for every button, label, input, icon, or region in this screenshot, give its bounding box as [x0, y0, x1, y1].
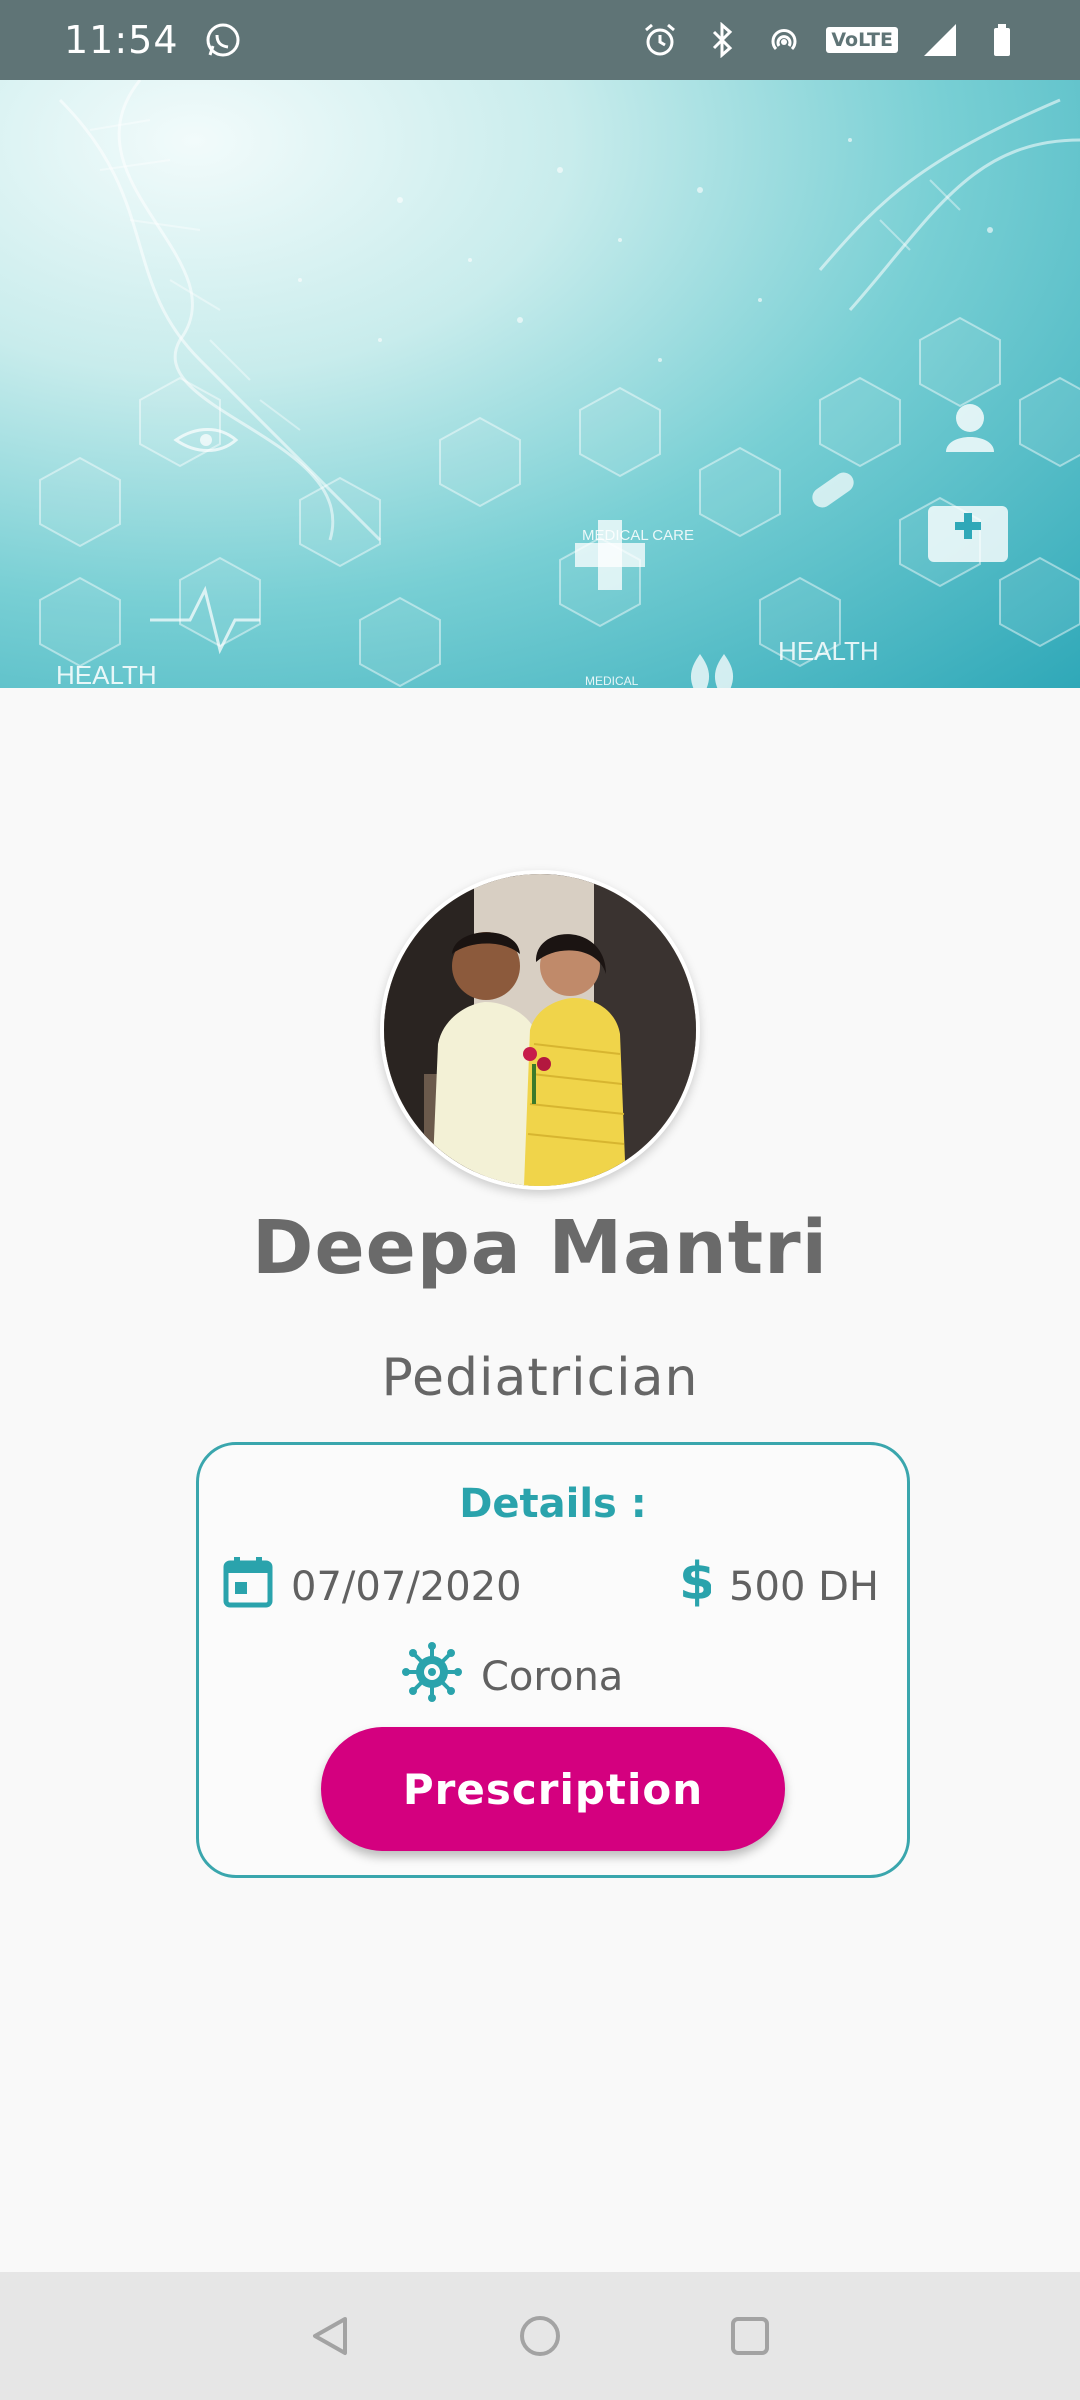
- hotspot-icon: [764, 20, 804, 60]
- appointment-price: $ 500 DH: [677, 1552, 879, 1619]
- doctor-avatar: [380, 870, 700, 1190]
- banner-label-health-right: HEALTH: [778, 636, 879, 666]
- signal-icon: [920, 20, 960, 60]
- alarm-icon: [640, 20, 680, 60]
- date-value: 07/07/2020: [291, 1564, 522, 1610]
- banner-label-health-left: HEALTH: [56, 660, 157, 688]
- price-value: 500 DH: [729, 1564, 879, 1610]
- virus-icon: [401, 1641, 463, 1713]
- appointment-date: 07/07/2020: [223, 1555, 522, 1619]
- whatsapp-icon: [203, 20, 243, 60]
- volte-badge: VoLTE: [826, 27, 898, 53]
- doctor-specialty: Pediatrician: [381, 1348, 699, 1408]
- details-card: Details : 07/07/2020 $ 500 DH Corona Pre…: [196, 1442, 910, 1878]
- system-nav-bar: [0, 2272, 1080, 2400]
- banner-label-medical: MEDICAL: [585, 674, 639, 688]
- calendar-icon: [223, 1555, 273, 1619]
- status-time: 11:54: [64, 18, 179, 62]
- bluetooth-icon: [702, 20, 742, 60]
- battery-icon: [982, 20, 1022, 60]
- doctor-name: Deepa Mantri: [252, 1205, 828, 1291]
- svg-text:$: $: [679, 1555, 711, 1609]
- home-icon[interactable]: [510, 2306, 570, 2366]
- recents-icon[interactable]: [720, 2306, 780, 2366]
- header-banner: HEALTH HEALTH MEDICAL CARE MEDICAL: [0, 80, 1080, 688]
- dollar-icon: $: [677, 1552, 715, 1619]
- app-screen: 11:54 VoLTE HEALTH HEALTH MEDICAL CARE M…: [0, 0, 1080, 2400]
- status-bar: 11:54 VoLTE: [0, 0, 1080, 80]
- prescription-button[interactable]: Prescription: [321, 1727, 785, 1851]
- appointment-disease: Corona: [401, 1641, 623, 1713]
- banner-label-medical-care: MEDICAL CARE: [582, 527, 694, 544]
- details-title: Details :: [459, 1481, 647, 1527]
- back-icon[interactable]: [300, 2306, 360, 2366]
- disease-value: Corona: [481, 1654, 624, 1700]
